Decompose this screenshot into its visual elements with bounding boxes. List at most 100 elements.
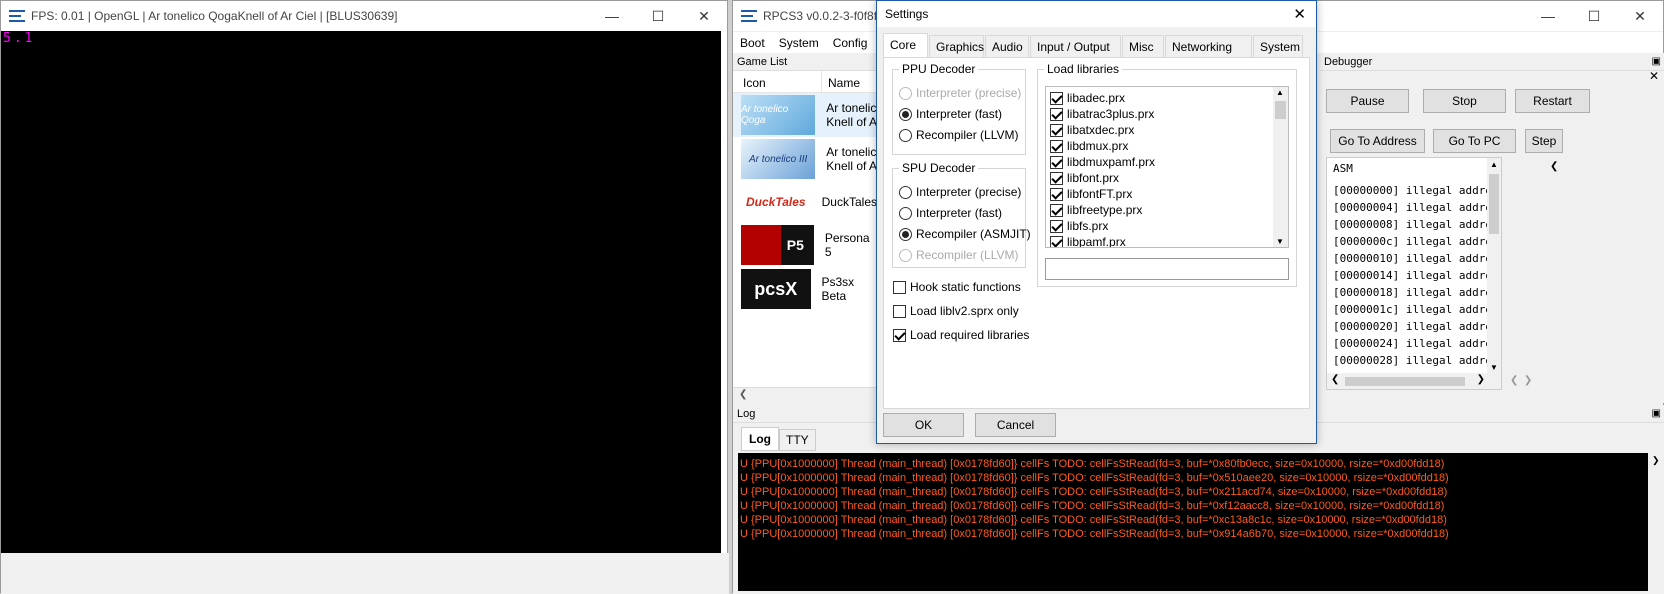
checkbox-icon[interactable] (1050, 108, 1063, 122)
tab-audio[interactable]: Audio (985, 35, 1029, 57)
scroll-up-icon[interactable]: ▲ (1276, 88, 1284, 97)
step-button[interactable]: Step (1525, 129, 1563, 153)
restart-button[interactable]: Restart (1515, 89, 1590, 113)
checkbox-icon[interactable] (1050, 172, 1063, 186)
tab-log[interactable]: Log (741, 427, 779, 451)
tab-core[interactable]: Core (883, 33, 928, 57)
close-icon[interactable]: ✕ (681, 1, 727, 31)
scroll-up-icon[interactable]: ❯ (1652, 455, 1660, 466)
game-row[interactable]: P5 Persona 5 (733, 223, 877, 267)
log-vscrollbar[interactable]: ❯ (1649, 453, 1664, 591)
column-name-header[interactable]: Name (822, 71, 860, 92)
scroll-down-icon[interactable]: ▼ (1276, 237, 1284, 246)
spu-interpreter-precise-radio[interactable]: Interpreter (precise) (899, 185, 1021, 200)
game-row[interactable]: DuckTales DuckTales (733, 181, 877, 223)
float-panel-icon[interactable]: ▣ (1652, 405, 1661, 423)
close-icon[interactable]: ✕ (1293, 5, 1306, 23)
checkbox-icon[interactable] (1050, 140, 1063, 154)
go-to-pc-button[interactable]: Go To PC (1433, 129, 1516, 153)
library-item[interactable]: libdmuxpamf.prx (1050, 154, 1288, 170)
column-icon-header[interactable]: Icon (733, 71, 822, 92)
asm-vscrollbar[interactable]: ▲ ▼ (1487, 158, 1501, 374)
checkbox-icon[interactable] (1050, 236, 1063, 247)
stop-button[interactable]: Stop (1423, 89, 1506, 113)
tab-misc[interactable]: Misc (1122, 35, 1164, 57)
asm-view[interactable]: ASM [00000000] illegal addre [00000004] i… (1326, 157, 1502, 390)
asm-line[interactable]: [00000004] illegal addre (1333, 199, 1501, 216)
checkbox-icon[interactable] (1050, 124, 1063, 138)
load-required-libraries-checkbox[interactable]: Load required libraries (893, 328, 1029, 343)
tab-input-output[interactable]: Input / Output (1030, 35, 1121, 57)
go-to-address-button[interactable]: Go To Address (1330, 129, 1425, 153)
pause-button[interactable]: Pause (1326, 89, 1409, 113)
library-item[interactable]: libdmux.prx (1050, 138, 1288, 154)
cancel-button[interactable]: Cancel (975, 413, 1056, 437)
asm-line[interactable]: [00000010] illegal addre (1333, 250, 1501, 267)
library-vscrollbar[interactable]: ▲ ▼ (1273, 87, 1288, 247)
tab-tty[interactable]: TTY (779, 429, 816, 451)
scroll-up-icon[interactable]: ▲ (1490, 160, 1498, 169)
asm-line[interactable]: [00000000] illegal addre (1333, 182, 1501, 199)
checkbox-icon[interactable] (1050, 92, 1063, 106)
asm-line[interactable]: [00000020] illegal addre (1333, 318, 1501, 335)
checkbox-icon[interactable] (1050, 156, 1063, 170)
library-list[interactable]: libadec.prx libatrac3plus.prx libatxdec.pr… (1045, 86, 1289, 248)
game-row[interactable]: Ar tonelico III Ar tonelic Knell of A (733, 137, 877, 181)
library-item[interactable]: libfs.prx (1050, 218, 1288, 234)
spu-recompiler-asmjit-radio[interactable]: Recompiler (ASMJIT) (899, 227, 1031, 242)
checkbox-icon[interactable] (1050, 188, 1063, 202)
library-filter-input[interactable] (1045, 258, 1289, 280)
asm-line[interactable]: [00000018] illegal addre (1333, 284, 1501, 301)
library-item[interactable]: libatxdec.prx (1050, 122, 1288, 138)
load-liblv2-checkbox[interactable]: Load liblv2.sprx only (893, 304, 1019, 319)
asm-line[interactable]: [00000024] illegal addre (1333, 335, 1501, 352)
minimize-icon[interactable]: — (589, 1, 635, 31)
asm-line[interactable]: [00000028] illegal addre (1333, 352, 1501, 369)
tab-networking[interactable]: Networking (1165, 35, 1252, 57)
ppu-interpreter-fast-radio[interactable]: Interpreter (fast) (899, 107, 1002, 122)
asm-line[interactable]: [0000001c] illegal addre (1333, 301, 1501, 318)
scroll-thumb[interactable] (1489, 174, 1499, 234)
library-item[interactable]: libatrac3plus.prx (1050, 106, 1288, 122)
spu-interpreter-fast-radio[interactable]: Interpreter (fast) (899, 206, 1002, 221)
game-row[interactable]: Ar tonelico Qoga Ar tonelic Knell of A (733, 93, 877, 137)
debugger-close-icon[interactable]: ✕ (1649, 69, 1659, 83)
game-window-titlebar[interactable]: FPS: 0.01 | OpenGL | Ar tonelico QogaKne… (1, 1, 727, 31)
scroll-thumb[interactable] (1275, 101, 1286, 119)
tab-graphics[interactable]: Graphics (929, 35, 984, 57)
game-render-surface[interactable]: 5.1 (1, 31, 721, 553)
hook-static-functions-checkbox[interactable]: Hook static functions (893, 280, 1021, 295)
library-item[interactable]: libpamf.prx (1050, 234, 1288, 247)
asm-line[interactable]: [00000014] illegal addre (1333, 267, 1501, 284)
ppu-recompiler-llvm-radio[interactable]: Recompiler (LLVM) (899, 128, 1018, 143)
scroll-thumb[interactable] (1345, 377, 1465, 386)
menu-system[interactable]: System (772, 36, 826, 50)
scroll-left-icon[interactable]: ❮ (739, 389, 747, 400)
library-item[interactable]: libfont.prx (1050, 170, 1288, 186)
scroll-left-icon[interactable]: ❮ (1331, 374, 1339, 385)
asm-hscrollbar[interactable]: ❮ ❯ (1327, 373, 1501, 389)
menu-boot[interactable]: Boot (733, 36, 772, 50)
scroll-down-icon[interactable]: ▼ (1490, 363, 1498, 372)
library-item[interactable]: libadec.prx (1050, 90, 1288, 106)
page-scroll-icons[interactable]: ❮ ❯ (1510, 375, 1532, 386)
close-icon[interactable]: ✕ (1617, 1, 1663, 31)
scroll-right-icon[interactable]: ❯ (1477, 374, 1485, 385)
game-row[interactable]: pcsX Ps3sx Beta (733, 267, 877, 311)
asm-line[interactable]: [0000000c] illegal addre (1333, 233, 1501, 250)
spu-recompiler-llvm-radio[interactable]: Recompiler (LLVM) (899, 248, 1018, 263)
maximize-icon[interactable]: ☐ (1571, 1, 1617, 31)
asm-line[interactable]: [00000008] illegal addre (1333, 216, 1501, 233)
checkbox-icon[interactable] (1050, 204, 1063, 218)
library-item[interactable]: libfontFT.prx (1050, 186, 1288, 202)
game-list-hscrollbar[interactable]: ❮ (733, 387, 878, 403)
tab-system[interactable]: System (1253, 35, 1303, 57)
library-item[interactable]: libfreetype.prx (1050, 202, 1288, 218)
log-output[interactable]: U {PPU[0x1000000] Thread (main_thread) [… (738, 453, 1648, 591)
menu-config[interactable]: Config (826, 36, 875, 50)
checkbox-icon[interactable] (1050, 220, 1063, 234)
minimize-icon[interactable]: — (1525, 1, 1571, 31)
ppu-interpreter-precise-radio[interactable]: Interpreter (precise) (899, 86, 1021, 101)
settings-titlebar[interactable]: Settings ✕ (877, 1, 1316, 27)
maximize-icon[interactable]: ☐ (635, 1, 681, 31)
